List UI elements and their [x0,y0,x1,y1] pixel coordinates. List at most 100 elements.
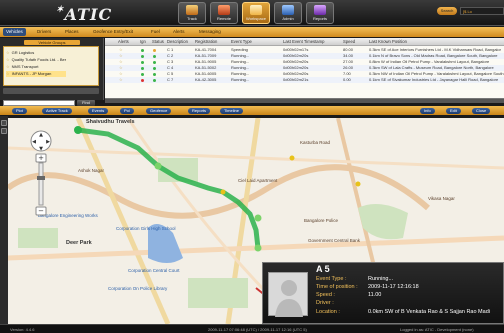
column-header[interactable]: Event Type [231,39,252,45]
active-track-button[interactable]: Active Track [42,107,72,114]
popup-label: Location : [316,309,340,315]
close-button[interactable]: Close [472,107,491,114]
column-header[interactable]: Registration [195,39,217,45]
layer-toggle-icon[interactable] [1,120,7,126]
cell-position: 0.1km SE of Sivakumar Industries Ltd - J… [369,77,499,82]
map-action-bar: Plot Active Track Events Poi Geofence Re… [0,106,504,115]
tab-geofence[interactable]: Geofence Entry/Exit [90,28,136,36]
popup-value: 0.0km SW of B Venkata Rao & S Sajjan Rao… [368,309,490,315]
ignition-icon [141,72,144,76]
map-label: Deer Park [66,240,92,246]
star-icon: ☆ [119,77,123,82]
status-icon [153,60,156,64]
tab-alerts[interactable]: Alerts [170,28,188,36]
info-button[interactable]: Info [420,107,435,114]
reports-action-button[interactable]: Reports [188,107,211,114]
edit-button[interactable]: Edit [446,107,461,114]
cell-speed: 0.00 [343,77,351,82]
map-label: Shaivudhu Travels [86,119,135,125]
popup-value: 11.00 [368,292,382,298]
svg-text:▲: ▲ [39,132,43,138]
workspace-icon [250,5,262,15]
popup-value: 2009-11-17 12:16:18 [368,284,419,290]
vehicle-table: Alerts Ign Status Description Registrati… [105,38,504,102]
group-item[interactable]: ☆ Quality Tufath Foods Ltd. - Ber [6,57,66,63]
ignition-icon [141,66,144,70]
group-panel-title: Vehicle Groups [24,40,80,45]
column-header[interactable]: Description [167,39,188,45]
map-label: Kasturba Road [300,140,331,145]
svg-text:−: − [38,207,44,215]
popup-value: Running... [368,276,394,282]
column-header[interactable]: Last Known Position [369,39,407,45]
tab-fuel[interactable]: Fuel [148,28,163,36]
plot-button[interactable]: Plot [12,107,27,114]
cell-timestamp: 0d00h02m21s [283,77,309,82]
person-icon [275,280,303,317]
svg-text:▶: ▶ [46,139,50,145]
table-pager[interactable] [105,98,504,103]
nav-remote-button[interactable]: Remote [210,2,238,24]
nav-workspace-button[interactable]: Workspace [242,2,270,24]
nav-track-button[interactable]: Track [178,2,206,24]
tab-messaging[interactable]: Messaging [196,28,224,36]
search-input[interactable]: [$ Lo [460,7,504,15]
cell-registration: KA-42-3005 [195,77,217,82]
popup-label: Speed : [316,292,335,298]
geofence-button[interactable]: Geofence [146,107,172,114]
status-bar: Version: 4.4.6 2009-11-17 07:06:48 (UTC)… [0,324,504,333]
reports-icon [314,5,326,15]
module-tab-bar: Vehicles Drivers Places Geofence Entry/E… [0,27,504,37]
map-label: Vikasa Nagar [428,196,455,201]
version-text: Version: 4.4.6 [10,327,35,332]
status-icon [153,66,156,70]
events-button[interactable]: Events [88,107,109,114]
group-pager[interactable] [3,88,99,94]
timeline-button[interactable]: Timeline [220,107,243,114]
logo-star-icon: ✶ [56,5,65,15]
table-row[interactable]: ☆ C 7 KA-42-3005 Running... 0d00h02m21s … [105,77,504,83]
group-item-selected[interactable]: ☆ INFANTS - JP Morgan [6,71,66,77]
ignition-icon [141,54,144,58]
tab-places[interactable]: Places [62,28,82,36]
status-icon [153,72,156,76]
ignition-icon [141,78,144,82]
star-icon: ☆ [6,71,10,76]
column-header[interactable]: Alerts [118,39,129,45]
layer-toggle-icon[interactable] [1,128,7,134]
nav-admin-button[interactable]: Admin [274,2,302,24]
svg-text:+: + [38,154,44,162]
status-icon [153,54,156,58]
nav-reports-button[interactable]: Reports [306,2,334,24]
tab-drivers[interactable]: Drivers [34,28,54,36]
popup-label: Driver : [316,300,334,306]
column-header[interactable]: Last Event Timestamp [283,39,324,45]
map-label: Corporation Central Court [128,268,180,273]
svg-text:◀: ◀ [32,139,36,145]
group-item[interactable]: ☆ GR Logistics [6,50,34,56]
group-item[interactable]: ☆ NMS Transport [6,64,39,70]
ignition-icon [141,60,144,64]
map-zoom-control[interactable]: ▲ ▼ ◀ ▶ + − [30,130,52,220]
ignition-icon [141,48,144,52]
star-icon: ☆ [6,64,10,69]
cell-description: C 7 [167,77,174,82]
poi-button[interactable]: Poi [120,107,134,114]
star-icon: ☆ [6,57,10,62]
driver-avatar [268,272,308,317]
map-label: Ashok Nagar [78,168,105,173]
status-icon [153,48,156,52]
clock-text: 2009-11-17 07:06:48 (UTC) / 2009-11-17 1… [208,327,307,332]
star-icon: ☆ [6,50,10,55]
column-header[interactable]: Speed [343,39,355,45]
map-label: Bangalore Police [304,218,339,223]
status-icon [153,78,156,82]
tab-vehicles[interactable]: Vehicles [3,28,26,36]
popup-label: Event Type : [316,276,347,282]
column-header[interactable]: Ign [140,39,146,45]
map-label: Corporation Girls High School [116,226,176,231]
map-side-toolbar [0,116,8,324]
column-header[interactable]: Status [152,39,164,45]
map-label: Ciel Laid Apartment [238,178,278,183]
search-button[interactable]: Search [437,7,457,15]
